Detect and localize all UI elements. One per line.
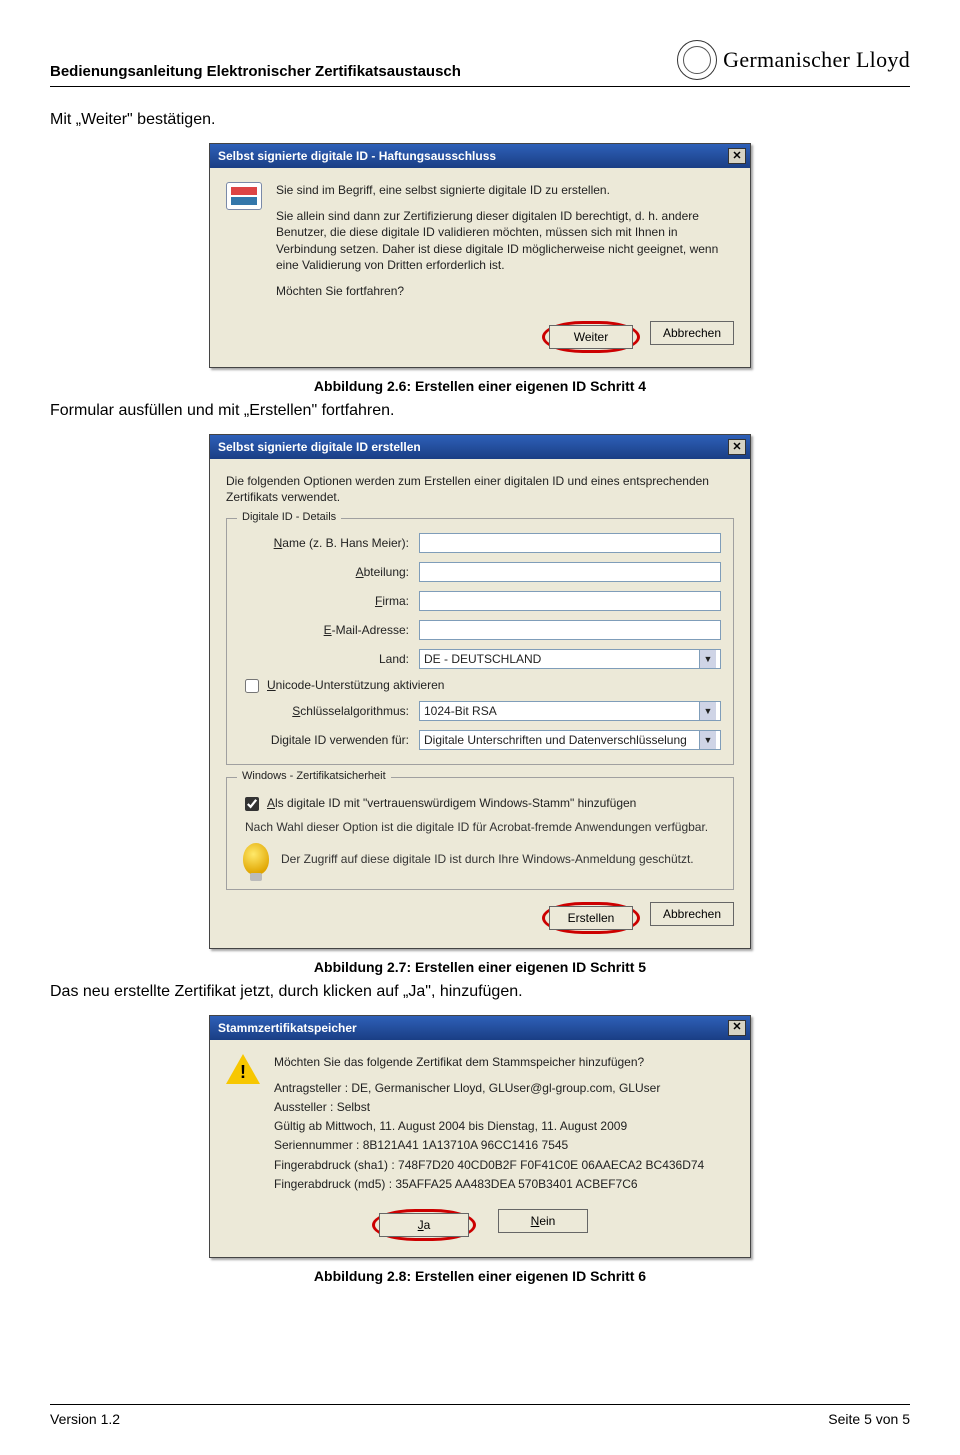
trust-checkbox[interactable] xyxy=(245,797,259,811)
d3-l1: Antragsteller : DE, Germanischer Lloyd, … xyxy=(274,1080,704,1096)
dialog2-intro: Die folgenden Optionen werden zum Erstel… xyxy=(226,473,734,505)
figure-caption-2-8: Abbildung 2.8: Erstellen einer eigenen I… xyxy=(50,1268,910,1284)
dialog1-text: Sie sind im Begriff, eine selbst signier… xyxy=(276,182,734,309)
figure-caption-2-7: Abbildung 2.7: Erstellen einer eigenen I… xyxy=(50,959,910,975)
unicode-label: Unicode-Unterstützung aktivieren xyxy=(267,678,444,692)
highlight-circle-erstellen: Erstellen xyxy=(542,902,640,934)
abbrechen-button[interactable]: Abbrechen xyxy=(650,321,734,345)
dialog1-titlebar[interactable]: Selbst signierte digitale ID - Haftungsa… xyxy=(210,144,750,168)
email-field[interactable] xyxy=(419,620,721,640)
name-field[interactable] xyxy=(419,533,721,553)
use-value: Digitale Unterschriften und Datenverschl… xyxy=(424,733,687,747)
dialog-id-erstellen: Selbst signierte digitale ID erstellen ✕… xyxy=(209,434,751,949)
footer-version: Version 1.2 xyxy=(50,1411,120,1427)
d3-question: Möchten Sie das folgende Zertifikat dem … xyxy=(274,1054,704,1070)
page-footer: Version 1.2 Seite 5 von 5 xyxy=(50,1404,910,1427)
label-firma: Firma: xyxy=(239,594,419,608)
instruction-text-2: Formular ausfüllen und mit „Erstellen" f… xyxy=(50,402,910,420)
close-icon[interactable]: ✕ xyxy=(728,439,746,455)
figure-caption-2-6: Abbildung 2.6: Erstellen einer eigenen I… xyxy=(50,378,910,394)
algo-select[interactable]: 1024-Bit RSA ▼ xyxy=(419,701,721,721)
ja-button[interactable]: Ja xyxy=(379,1213,469,1237)
algo-value: 1024-Bit RSA xyxy=(424,704,497,718)
brand-seal-icon xyxy=(677,40,717,80)
highlight-circle-ja: Ja xyxy=(372,1209,476,1241)
dialog2-title: Selbst signierte digitale ID erstellen xyxy=(218,440,421,454)
d3-l5: Fingerabdruck (sha1) : 748F7D20 40CD0B2F… xyxy=(274,1157,704,1173)
d1-p1: Sie sind im Begriff, eine selbst signier… xyxy=(276,182,734,198)
page-header: Bedienungsanleitung Elektronischer Zerti… xyxy=(50,40,910,87)
d1-p2: Sie allein sind dann zur Zertifizierung … xyxy=(276,208,734,273)
dialog2-titlebar[interactable]: Selbst signierte digitale ID erstellen ✕ xyxy=(210,435,750,459)
d3-l4: Seriennummer : 8B121A41 1A13710A 96CC141… xyxy=(274,1137,704,1153)
legend-windows: Windows - Zertifikatsicherheit xyxy=(237,770,391,782)
brand-block: Germanischer Lloyd xyxy=(677,40,910,80)
label-abteilung: Abteilung: xyxy=(239,565,419,579)
weiter-button[interactable]: Weiter xyxy=(549,325,633,349)
id-card-icon xyxy=(226,182,262,210)
close-icon[interactable]: ✕ xyxy=(728,148,746,164)
instruction-text-1: Mit „Weiter" bestätigen. xyxy=(50,111,910,129)
dialog3-titlebar[interactable]: Stammzertifikatspeicher ✕ xyxy=(210,1016,750,1040)
close-icon[interactable]: ✕ xyxy=(728,1020,746,1036)
d1-p3: Möchten Sie fortfahren? xyxy=(276,283,734,299)
warning-icon: ! xyxy=(226,1054,260,1084)
unicode-checkbox[interactable] xyxy=(245,679,259,693)
dialog1-title: Selbst signierte digitale ID - Haftungsa… xyxy=(218,149,496,163)
dialog3-title: Stammzertifikatspeicher xyxy=(218,1021,357,1035)
brand-name: Germanischer Lloyd xyxy=(723,47,910,73)
trust-note: Nach Wahl dieser Option ist die digitale… xyxy=(245,819,715,835)
instruction-text-3: Das neu erstellte Zertifikat jetzt, durc… xyxy=(50,983,910,1001)
chevron-down-icon: ▼ xyxy=(699,650,716,668)
lightbulb-icon xyxy=(243,843,269,875)
trust-label: Als digitale ID mit "vertrauenswürdigem … xyxy=(267,796,636,810)
label-algo: Schlüsselalgorithmus: xyxy=(239,704,419,718)
abbrechen-button[interactable]: Abbrechen xyxy=(650,902,734,926)
label-email: E-Mail-Adresse: xyxy=(239,623,419,637)
document-title: Bedienungsanleitung Elektronischer Zerti… xyxy=(50,63,461,80)
land-value: DE - DEUTSCHLAND xyxy=(424,652,541,666)
fieldset-windows-security: Windows - Zertifikatsicherheit Als digit… xyxy=(226,777,734,890)
fieldset-digital-id-details: Digitale ID - Details Name (z. B. Hans M… xyxy=(226,518,734,765)
dialog-stammzertifikat: Stammzertifikatspeicher ✕ ! Möchten Sie … xyxy=(209,1015,751,1258)
legend-digital-id: Digitale ID - Details xyxy=(237,511,341,523)
chevron-down-icon: ▼ xyxy=(699,731,716,749)
land-select[interactable]: DE - DEUTSCHLAND ▼ xyxy=(419,649,721,669)
dialog-haftungsausschluss: Selbst signierte digitale ID - Haftungsa… xyxy=(209,143,751,368)
firma-field[interactable] xyxy=(419,591,721,611)
d3-l2: Aussteller : Selbst xyxy=(274,1099,704,1115)
chevron-down-icon: ▼ xyxy=(699,702,716,720)
highlight-circle-weiter: Weiter xyxy=(542,321,640,353)
label-use: Digitale ID verwenden für: xyxy=(239,733,419,747)
nein-button[interactable]: Nein xyxy=(498,1209,588,1233)
erstellen-button[interactable]: Erstellen xyxy=(549,906,633,930)
footer-page: Seite 5 von 5 xyxy=(828,1411,910,1427)
label-land: Land: xyxy=(239,652,419,666)
bulb-note: Der Zugriff auf diese digitale ID ist du… xyxy=(281,851,694,867)
label-name: Name (z. B. Hans Meier): xyxy=(239,536,419,550)
d3-l3: Gültig ab Mittwoch, 11. August 2004 bis … xyxy=(274,1118,704,1134)
use-select[interactable]: Digitale Unterschriften und Datenverschl… xyxy=(419,730,721,750)
abteilung-field[interactable] xyxy=(419,562,721,582)
dialog3-text: Möchten Sie das folgende Zertifikat dem … xyxy=(274,1054,704,1195)
d3-l6: Fingerabdruck (md5) : 35AFFA25 AA483DEA … xyxy=(274,1176,704,1192)
